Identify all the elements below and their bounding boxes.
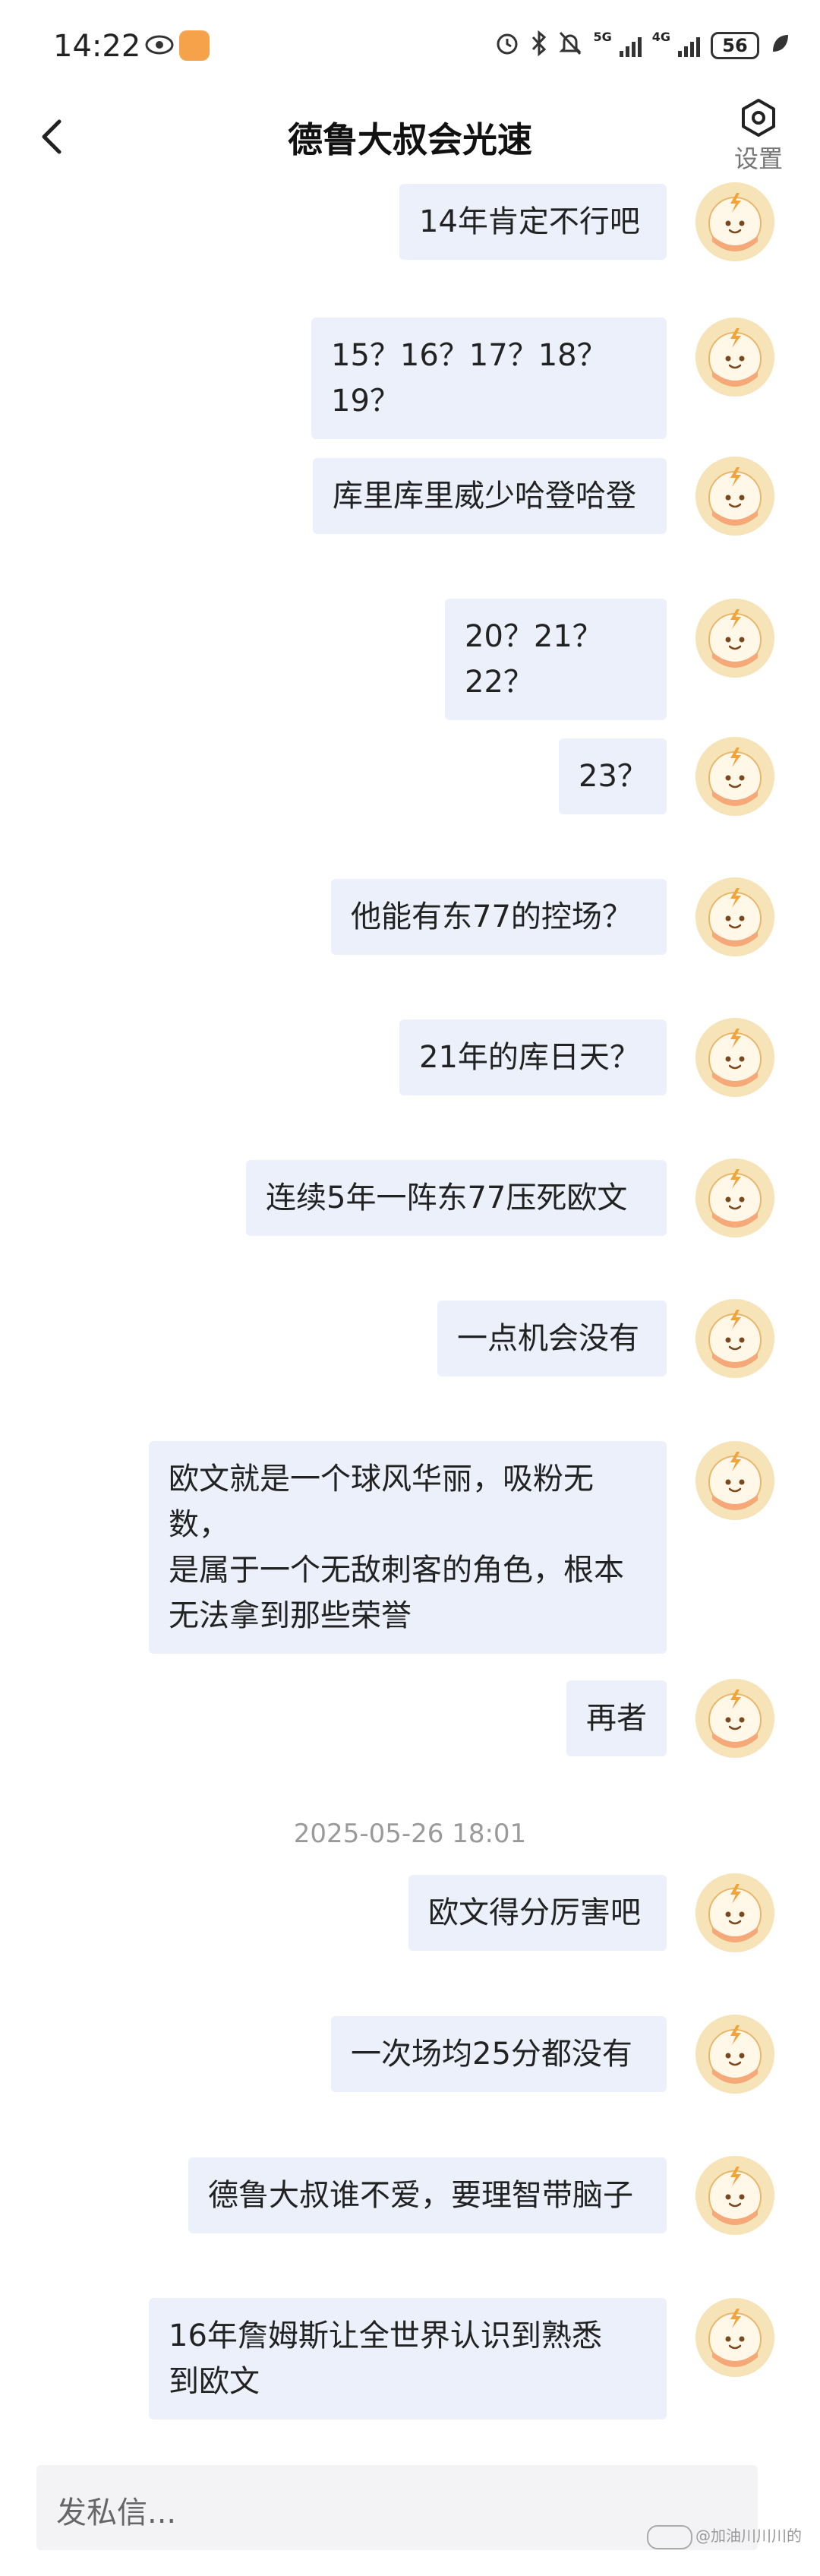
avatar[interactable] (695, 1018, 774, 1097)
watermark-logo (647, 2524, 692, 2549)
avatar[interactable] (695, 599, 774, 678)
message-bubble[interactable]: 一点机会没有 (437, 1301, 667, 1377)
avatar[interactable] (695, 2298, 774, 2377)
battery-indicator: 56 (711, 32, 759, 59)
chat-header: 德鲁大叔会光速 设置 (0, 91, 820, 190)
app-notification-icon (179, 30, 210, 61)
message-bubble[interactable]: 14年肯定不行吧 (399, 184, 667, 260)
avatar[interactable] (695, 2015, 774, 2094)
message-bubble[interactable]: 库里库里威少哈登哈登 (313, 458, 667, 534)
settings-icon (742, 99, 775, 137)
settings-label: 设置 (733, 144, 783, 173)
settings-button[interactable]: 设置 (724, 97, 793, 175)
message-bubble[interactable]: 德鲁大叔谁不爱，要理智带脑子 (188, 2157, 667, 2233)
status-time: 14:22 (53, 29, 141, 64)
bluetooth-icon (531, 30, 547, 61)
message-bubble[interactable]: 他能有东77的控场？ (331, 879, 667, 955)
message-bubble[interactable]: 15？16？17？18？19？ (311, 318, 667, 439)
message-timestamp: 2025-05-26 18:01 (293, 1819, 527, 1849)
message-input-placeholder: 发私信... (56, 2495, 177, 2530)
network-label-4g: 4G (651, 29, 670, 44)
message-bubble[interactable]: 16年詹姆斯让全世界认识到熟悉 到欧文 (149, 2298, 667, 2420)
avatar[interactable] (695, 457, 774, 536)
message-bubble[interactable]: 一次场均25分都没有 (331, 2016, 667, 2092)
network-label-5g: 5G (593, 29, 612, 44)
watermark-text: @加油川川川的 (695, 2527, 802, 2545)
avatar[interactable] (695, 1679, 774, 1758)
status-bar: 14:22 5G 4G 56 (0, 0, 820, 91)
avatar[interactable] (695, 2156, 774, 2235)
avatar[interactable] (695, 318, 774, 397)
message-bubble[interactable]: 连续5年一阵东77压死欧文 (246, 1160, 667, 1236)
message-bubble[interactable]: 欧文就是一个球风华丽，吸粉无数， 是属于一个无敌刺客的角色，根本 无法拿到那些荣… (149, 1441, 667, 1654)
alarm-icon (494, 30, 520, 61)
watermark: @加油川川川的 (647, 2524, 802, 2549)
avatar[interactable] (695, 182, 774, 261)
signal-icon (619, 34, 642, 57)
message-bubble[interactable]: 20？21？22？ (445, 599, 667, 720)
avatar[interactable] (695, 1299, 774, 1378)
avatar[interactable] (695, 1873, 774, 1952)
leaf-icon (770, 32, 790, 59)
avatar[interactable] (695, 737, 774, 816)
message-bubble[interactable]: 21年的库日天？ (399, 1019, 667, 1095)
message-bubble[interactable]: 23？ (559, 738, 667, 814)
avatar[interactable] (695, 877, 774, 956)
message-bubble[interactable]: 欧文得分厉害吧 (408, 1875, 667, 1951)
avatar[interactable] (695, 1441, 774, 1520)
eye-icon (145, 35, 174, 55)
avatar[interactable] (695, 1158, 774, 1237)
message-bubble[interactable]: 再者 (566, 1680, 667, 1756)
mute-icon (558, 30, 582, 61)
status-icons: 5G 4G 56 (494, 29, 790, 62)
signal-icon (678, 34, 700, 57)
chat-title: 德鲁大叔会光速 (288, 119, 532, 160)
